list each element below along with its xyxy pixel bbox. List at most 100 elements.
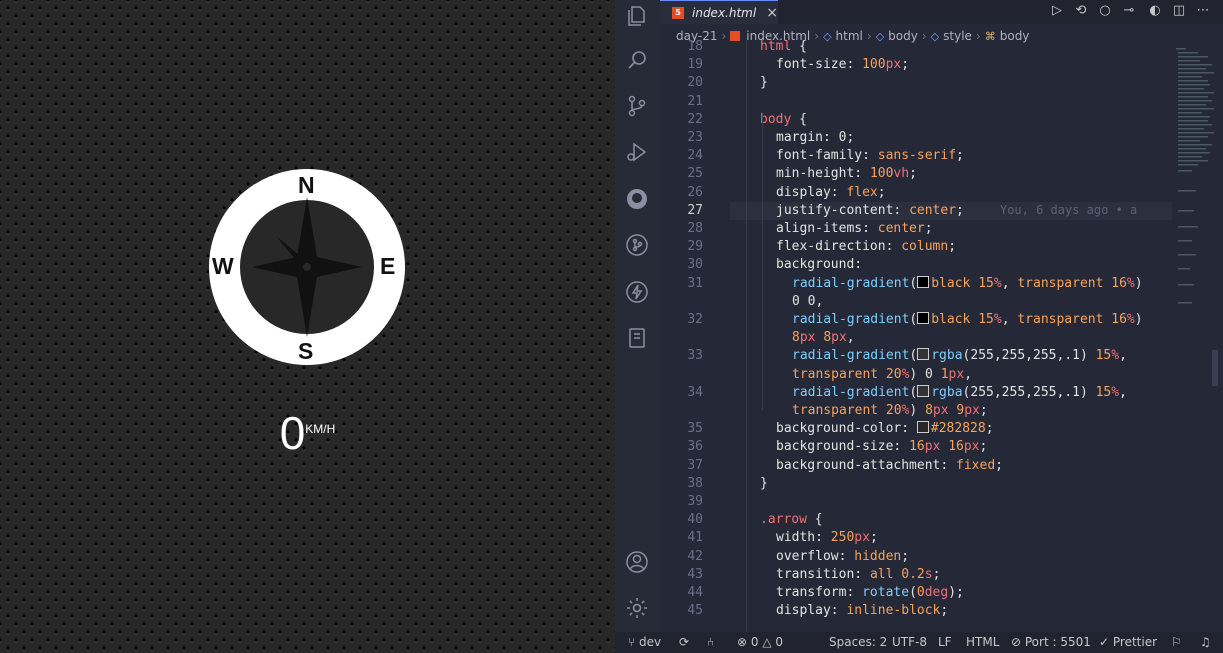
tab-index-html[interactable]: 5 index.html × bbox=[660, 0, 778, 24]
code-line[interactable]: transform: rotate(0deg); bbox=[776, 585, 964, 600]
speed-readout: 0KM/H bbox=[0, 406, 615, 460]
speed-unit: KM/H bbox=[305, 422, 336, 436]
code-line[interactable]: transition: all 0.2s; bbox=[776, 567, 940, 582]
code-line[interactable]: } bbox=[760, 476, 768, 491]
previous-change-icon[interactable]: ○ bbox=[1097, 3, 1113, 19]
code-line[interactable]: radial-gradient(rgba(255,255,255,.1) 15%… bbox=[792, 384, 1127, 400]
branch-status[interactable]: ⑂ dev bbox=[628, 635, 661, 649]
code-line[interactable]: align-items: center; bbox=[776, 221, 933, 236]
code-line[interactable]: display: inline-block; bbox=[776, 603, 948, 618]
compass-south-label: S bbox=[298, 338, 314, 364]
line-number: 24 bbox=[687, 148, 703, 164]
line-number: 32 bbox=[687, 312, 703, 327]
live-server-status[interactable]: ⊘ Port : 5501 bbox=[1011, 635, 1091, 649]
code-line[interactable]: radial-gradient(black 15%, transparent 1… bbox=[792, 312, 1143, 327]
code-line[interactable]: html { bbox=[760, 40, 807, 54]
files-icon[interactable] bbox=[625, 4, 649, 28]
git-graph-icon[interactable] bbox=[625, 233, 649, 257]
code-line[interactable]: min-height: 100vh; bbox=[776, 166, 917, 181]
code-line-wrapped[interactable]: transparent 20%) 0 1px, bbox=[792, 367, 972, 382]
code-line-wrapped[interactable]: 0 0, bbox=[792, 294, 823, 309]
account-icon[interactable] bbox=[625, 550, 649, 574]
line-number: 19 bbox=[687, 57, 703, 73]
github-icon[interactable] bbox=[625, 187, 649, 211]
code-line[interactable]: background: bbox=[776, 257, 862, 272]
code-line[interactable]: width: 250px; bbox=[776, 530, 878, 545]
line-number: 38 bbox=[687, 475, 703, 491]
code-line[interactable]: radial-gradient(black 15%, transparent 1… bbox=[792, 275, 1143, 291]
code-line[interactable]: } bbox=[760, 75, 768, 90]
settings-icon[interactable] bbox=[625, 596, 649, 620]
line-number: 44 bbox=[687, 585, 703, 600]
code-line[interactable]: radial-gradient(rgba(255,255,255,.1) 15%… bbox=[792, 348, 1127, 363]
feedback-icon[interactable]: ⚐ bbox=[1171, 635, 1182, 649]
line-number: 30 bbox=[687, 257, 703, 273]
activity-bar bbox=[615, 0, 660, 632]
line-number: 21 bbox=[687, 93, 703, 109]
speed-value: 0 bbox=[279, 407, 306, 459]
compass-dial-icon bbox=[209, 169, 405, 365]
notebook-icon[interactable] bbox=[625, 326, 649, 350]
tab-bar: 5 index.html × ▷ ⟲ ○ ⊸ ◐ ◫ ⋯ bbox=[660, 0, 1223, 24]
check-icon: ✓ bbox=[1099, 635, 1113, 649]
code-line[interactable]: flex-direction: column; bbox=[776, 239, 956, 254]
code-line[interactable]: justify-content: center; You, 6 days ago… bbox=[776, 203, 1137, 218]
line-number: 41 bbox=[687, 530, 703, 546]
thunder-icon[interactable] bbox=[625, 280, 649, 304]
line-number: 42 bbox=[687, 548, 703, 564]
sync-icon[interactable]: ⟳ bbox=[679, 635, 689, 649]
run-debug-icon[interactable] bbox=[625, 140, 649, 164]
line-number: 27 bbox=[687, 202, 703, 218]
problems-status[interactable]: ⊗ 0 △ 0 bbox=[737, 635, 783, 649]
line-number: 25 bbox=[687, 166, 703, 182]
source-control-icon[interactable] bbox=[625, 94, 649, 118]
error-icon: ⊗ bbox=[737, 635, 751, 649]
go-live-icon[interactable]: ◐ bbox=[1147, 3, 1163, 19]
line-number: 39 bbox=[687, 494, 703, 509]
code-area[interactable]: 18 html {19 font-size: 100px; 20} 21 22 body {… bbox=[660, 40, 1172, 632]
code-line[interactable]: overflow: hidden; bbox=[776, 549, 909, 564]
line-number: 37 bbox=[687, 457, 703, 473]
code-line[interactable]: background-attachment: fixed; bbox=[776, 458, 1003, 473]
indent-guide bbox=[762, 116, 763, 410]
code-line[interactable]: font-family: sans-serif; bbox=[776, 148, 964, 163]
open-changes-icon[interactable]: ⟲ bbox=[1073, 3, 1089, 19]
eol-status[interactable]: LF bbox=[938, 635, 952, 649]
code-line[interactable]: background-size: 16px 16px; bbox=[776, 439, 987, 454]
git-graph-status-icon[interactable]: ⑃ bbox=[707, 635, 714, 649]
code-line[interactable]: display: flex; bbox=[776, 185, 886, 200]
line-number: 31 bbox=[687, 275, 703, 291]
compass-west-label: W bbox=[212, 253, 234, 279]
code-line[interactable]: background-color: #282828; bbox=[776, 421, 994, 436]
encoding-status[interactable]: UTF-8 bbox=[892, 635, 927, 649]
next-change-icon[interactable]: ⊸ bbox=[1121, 3, 1137, 19]
prettier-label: Prettier bbox=[1112, 635, 1158, 649]
language-status[interactable]: HTML bbox=[966, 635, 999, 649]
code-editor: 5 index.html × ▷ ⟲ ○ ⊸ ◐ ◫ ⋯ day-21 › in… bbox=[615, 0, 1223, 653]
code-line[interactable]: body { bbox=[760, 112, 807, 127]
line-number: 35 bbox=[687, 421, 703, 437]
code-line-wrapped[interactable]: 8px 8px, bbox=[792, 330, 855, 345]
warning-count: 0 bbox=[775, 635, 784, 649]
indent-guide bbox=[746, 40, 747, 632]
notifications-icon[interactable]: ♫ bbox=[1200, 635, 1211, 649]
warning-icon: △ bbox=[762, 635, 776, 649]
prettier-status[interactable]: ✓ Prettier bbox=[1099, 635, 1157, 649]
line-number: 22 bbox=[687, 111, 703, 127]
no-entry-icon: ⊘ bbox=[1011, 635, 1025, 649]
code-line[interactable]: .arrow { bbox=[760, 512, 823, 527]
code-line-wrapped[interactable]: transparent 20%) 8px 9px; bbox=[792, 403, 988, 418]
line-number: 18 bbox=[687, 40, 703, 54]
search-icon[interactable] bbox=[625, 48, 649, 72]
browser-preview: N S W E 0KM/H bbox=[0, 0, 615, 653]
split-editor-icon[interactable]: ◫ bbox=[1171, 3, 1187, 19]
minimap[interactable] bbox=[1172, 40, 1223, 632]
run-icon[interactable]: ▷ bbox=[1049, 3, 1065, 19]
line-number: 33 bbox=[687, 348, 703, 364]
line-number: 26 bbox=[687, 184, 703, 200]
close-tab-icon[interactable]: × bbox=[766, 5, 778, 21]
code-line[interactable]: font-size: 100px; bbox=[776, 57, 909, 72]
indentation-status[interactable]: Spaces: 2 bbox=[829, 635, 887, 649]
code-line[interactable]: margin: 0; bbox=[776, 130, 854, 145]
more-actions-icon[interactable]: ⋯ bbox=[1195, 3, 1211, 19]
